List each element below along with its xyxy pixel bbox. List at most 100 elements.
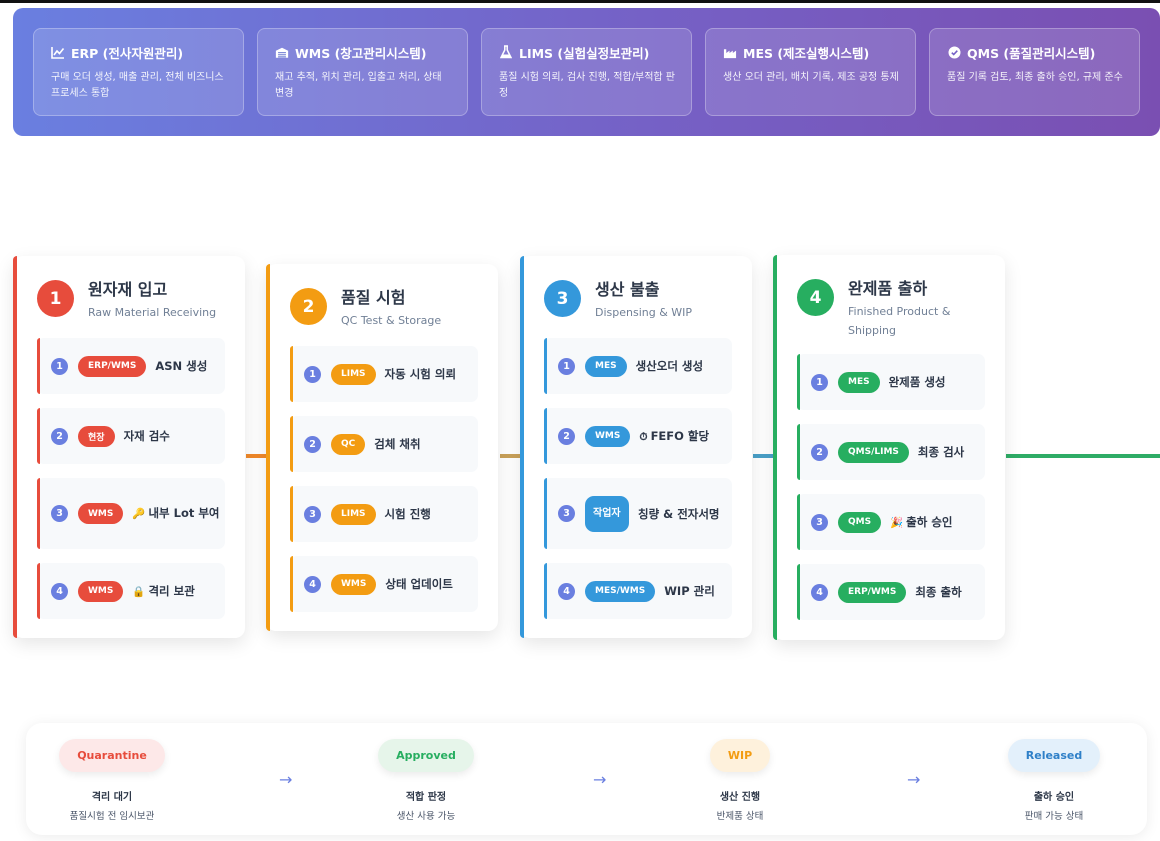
process-step[interactable]: 1 LIMS 자동 시험 의뢰 [290,346,478,402]
process-step[interactable]: 1 MES 완제품 생성 [797,354,985,410]
status-label: 출하 승인 [1033,792,1075,803]
step-number: 4 [558,582,575,600]
stage-accent-bar [266,264,270,631]
status-pill[interactable]: Approved [378,739,474,772]
step-label-text: 생산오더 생성 [635,359,704,373]
step-label-text: 최종 출하 [915,585,962,599]
status-bar: Quarantine 격리 대기 품질시험 전 임시보관 → Approved 적합 판정… [26,723,1147,835]
system-card: ERP (전사자원관리) 구매 오더 생성, 매출 관리, 전체 비즈니스 프로세… [33,28,244,116]
step-label-text: WIP 관리 [664,584,715,598]
step-number: 4 [811,583,828,601]
stage-number: 1 [37,280,74,317]
arrow-right-icon: → [593,770,607,789]
flow-connector [1006,454,1160,458]
step-label: 자동 시험 의뢰 [385,365,457,383]
process-step[interactable]: 3 WMS 🔑 내부 Lot 부여 [37,478,225,549]
system-card-title-text: QMS (품질관리시스템) [967,45,1096,61]
stage-card: 1 원자재 입고 Raw Material Receiving 1 ERP/WMS ASN… [13,256,245,638]
step-label: 칭량 & 전자서명 [638,505,720,523]
step-label-text: 격리 보관 [148,583,195,598]
stage-card: 4 완제품 출하 Finished Product & Shipping 1 MES 완제… [773,255,1005,640]
stage-title: 생산 불출 [595,280,660,299]
step-emoji-icon: ⏱ [639,430,648,443]
system-card-title: LIMS (실험실정보관리) [499,43,675,61]
system-badge: WMS [585,425,631,447]
step-accent-bar [544,478,547,549]
system-card-title-text: MES (제조실행시스템) [743,45,870,61]
step-label: 검체 채취 [374,435,420,453]
step-accent-bar [797,494,800,550]
system-card-title-text: ERP (전사자원관리) [71,45,184,61]
factory-icon [723,45,737,59]
system-card-title: ERP (전사자원관리) [51,43,227,61]
step-number: 2 [558,427,575,445]
step-number: 2 [304,435,321,453]
step-number: 3 [558,505,575,522]
step-number: 3 [51,505,68,522]
status-desc: 품질시험 전 임시보관 [69,811,155,822]
step-label: 🔑 내부 Lot 부여 [132,504,219,523]
top-border [0,0,1160,3]
step-accent-bar [290,486,293,542]
status-pill[interactable]: Quarantine [59,739,165,772]
system-badge: WMS [331,573,377,595]
step-label: 🎉 출하 승인 [890,513,952,532]
system-badge: 작업자 [585,495,629,532]
process-step[interactable]: 3 작업자 칭량 & 전자서명 [544,478,732,549]
process-step[interactable]: 3 QMS 🎉 출하 승인 [797,494,985,550]
step-label: 완제품 생성 [889,373,946,391]
process-step[interactable]: 4 MES/WMS WIP 관리 [544,563,732,619]
system-badge: MES [585,355,627,377]
step-number: 4 [51,582,68,600]
stage-number: 2 [290,288,327,325]
process-step[interactable]: 1 MES 생산오더 생성 [544,338,732,394]
system-card: MES (제조실행시스템) 생산 오더 관리, 배치 기록, 제조 공정 통제 [705,28,916,116]
status-desc: 반제품 상태 [716,811,764,822]
process-step[interactable]: 1 ERP/WMS ASN 생성 [37,338,225,394]
step-emoji-icon: 🔒 [132,585,146,598]
step-label-text: ASN 생성 [155,359,208,373]
step-accent-bar [37,563,40,619]
step-label-text: 최종 검사 [917,445,965,459]
status-pill[interactable]: WIP [709,739,771,772]
system-badge: 현장 [78,425,115,447]
process-step[interactable]: 2 QC 검체 채취 [290,416,478,472]
step-accent-bar [797,354,800,410]
status-pill[interactable]: Released [1007,739,1101,772]
step-accent-bar [797,424,800,480]
process-step[interactable]: 4 WMS 🔒 격리 보관 [37,563,225,619]
status-label: 적합 판정 [405,792,447,803]
stage-title: 완제품 출하 [848,279,928,298]
step-accent-bar [290,346,293,402]
step-label: ASN 생성 [155,357,207,375]
step-number: 3 [304,505,321,523]
system-badge: ERP/WMS [838,581,907,603]
system-card-desc: 품질 시험 의뢰, 검사 진행, 적합/부적합 판정 [499,72,675,99]
step-label: 상태 업데이트 [385,575,452,593]
process-step[interactable]: 3 LIMS 시험 진행 [290,486,478,542]
stage-title: 품질 시험 [341,288,406,307]
step-accent-bar [797,564,800,620]
process-step[interactable]: 4 WMS 상태 업데이트 [290,556,478,612]
system-badge: QMS [838,511,882,533]
step-label-text: 자동 시험 의뢰 [384,367,457,381]
system-badge: QC [331,433,366,455]
step-label: 🔒 격리 보관 [132,582,194,601]
process-step[interactable]: 2 WMS ⏱ FEFO 할당 [544,408,732,464]
arrow-right-icon: → [279,770,293,789]
system-badge: LIMS [331,363,376,385]
system-card-title: WMS (창고관리시스템) [275,43,451,61]
step-label: WIP 관리 [664,582,715,600]
process-step[interactable]: 2 현장 자재 검수 [37,408,225,464]
status-item: Quarantine 격리 대기 품질시험 전 임시보관 [42,739,182,822]
process-step[interactable]: 2 QMS/LIMS 최종 검사 [797,424,985,480]
step-label: 최종 검사 [918,443,964,461]
arrow-right-icon: → [907,770,921,789]
step-label-text: 자재 검수 [123,429,170,443]
step-label-text: FEFO 할당 [650,428,710,443]
step-number: 2 [51,427,68,445]
step-number: 1 [304,365,321,383]
system-card-desc: 품질 기록 검토, 최종 출하 승인, 규제 준수 [947,72,1123,83]
process-step[interactable]: 4 ERP/WMS 최종 출하 [797,564,985,620]
stage-accent-bar [773,255,777,640]
